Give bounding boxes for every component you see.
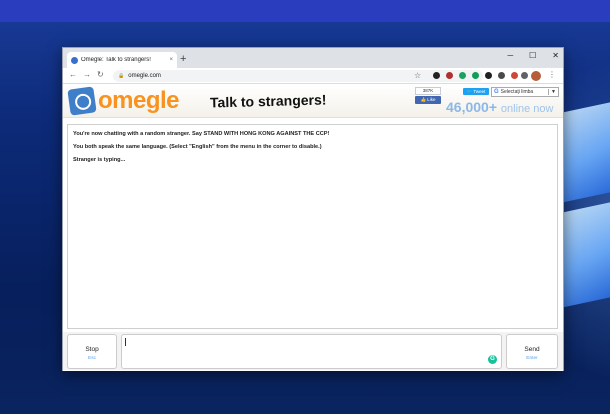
extension-icon[interactable]: [511, 72, 518, 79]
extensions-puzzle-icon[interactable]: [521, 72, 528, 79]
browser-titlebar: Omegle: Talk to strangers! × + ─ ☐ ✕: [63, 48, 563, 68]
browser-tab[interactable]: Omegle: Talk to strangers! ×: [67, 52, 177, 68]
grammarly-icon[interactable]: G: [488, 355, 497, 364]
back-button[interactable]: ←: [69, 70, 77, 79]
tab-close-icon[interactable]: ×: [169, 57, 173, 63]
extension-icon[interactable]: [433, 72, 440, 79]
window-controls: ─ ☐ ✕: [507, 51, 559, 60]
omegle-page: omegle Talk to strangers! 387K 👍 Like 🐦 …: [63, 85, 563, 371]
bookmark-star-icon[interactable]: ☆: [414, 71, 421, 80]
online-counter: 46,000+ online now: [446, 99, 553, 115]
stop-button-label: Stop: [85, 346, 99, 353]
text-caret: [125, 338, 126, 346]
google-translate-icon: G: [494, 89, 499, 95]
tweet-button[interactable]: 🐦 Tweet: [463, 88, 489, 95]
extension-icon[interactable]: [498, 72, 505, 79]
extension-icon[interactable]: [446, 72, 453, 79]
chat-log[interactable]: You're now chatting with a random strang…: [67, 124, 558, 329]
online-count: 46,000+: [446, 99, 497, 115]
omegle-logo-icon: [67, 86, 97, 116]
extension-icon[interactable]: [485, 72, 492, 79]
language-select-label: Selectaţi limba: [500, 89, 534, 95]
omegle-favicon-icon: [71, 56, 78, 64]
chevron-down-icon: ▼: [548, 89, 558, 95]
facebook-like-widget: 387K 👍 Like: [415, 87, 441, 105]
browser-menu-icon[interactable]: ⋮: [548, 70, 556, 79]
forward-button[interactable]: →: [83, 70, 91, 79]
close-window-button[interactable]: ✕: [552, 51, 559, 60]
stop-button-hint: Esc: [88, 356, 96, 361]
omegle-logo[interactable]: omegle: [67, 86, 180, 116]
stop-button[interactable]: Stop Esc: [67, 334, 117, 369]
chat-status-message: You both speak the same language. (Selec…: [73, 144, 322, 150]
maximize-button[interactable]: ☐: [529, 51, 536, 60]
tagline: Talk to strangers!: [209, 91, 327, 111]
typing-indicator: Stranger is typing...: [73, 157, 126, 163]
windows-logo-pane: [563, 201, 610, 308]
reload-button[interactable]: ↻: [97, 70, 104, 79]
send-button-label: Send: [524, 346, 540, 353]
logo-text: omegle: [98, 87, 180, 114]
tab-title: Omegle: Talk to strangers!: [81, 57, 151, 63]
extension-icon[interactable]: [459, 72, 466, 79]
url-text: omegle.com: [128, 73, 161, 79]
windows-logo-pane: [563, 101, 610, 203]
send-button-hint: Enter: [526, 356, 538, 361]
profile-avatar[interactable]: [531, 71, 541, 81]
lock-icon: 🔒: [118, 73, 125, 79]
facebook-like-button[interactable]: 👍 Like: [415, 96, 441, 104]
page-header: omegle Talk to strangers! 387K 👍 Like 🐦 …: [63, 85, 563, 118]
address-bar[interactable]: 🔒 omegle.com: [113, 70, 483, 82]
chat-status-message: You're now chatting with a random strang…: [73, 131, 330, 137]
online-label: online now: [500, 103, 554, 115]
extension-icon[interactable]: [472, 72, 479, 79]
language-select[interactable]: G Selectaţi limba ▼: [491, 87, 559, 97]
browser-window: Omegle: Talk to strangers! × + ─ ☐ ✕ ← →…: [62, 47, 564, 371]
desktop-top-strip: [0, 0, 610, 22]
new-tab-button[interactable]: +: [180, 52, 186, 66]
browser-toolbar: ← → ↻ 🔒 omegle.com ☆ ⋮: [63, 68, 563, 84]
like-count: 387K: [415, 87, 441, 95]
message-input[interactable]: G: [121, 334, 502, 369]
chat-controls: Stop Esc G Send Enter: [63, 332, 563, 370]
minimize-button[interactable]: ─: [507, 51, 513, 60]
send-button[interactable]: Send Enter: [506, 334, 558, 369]
